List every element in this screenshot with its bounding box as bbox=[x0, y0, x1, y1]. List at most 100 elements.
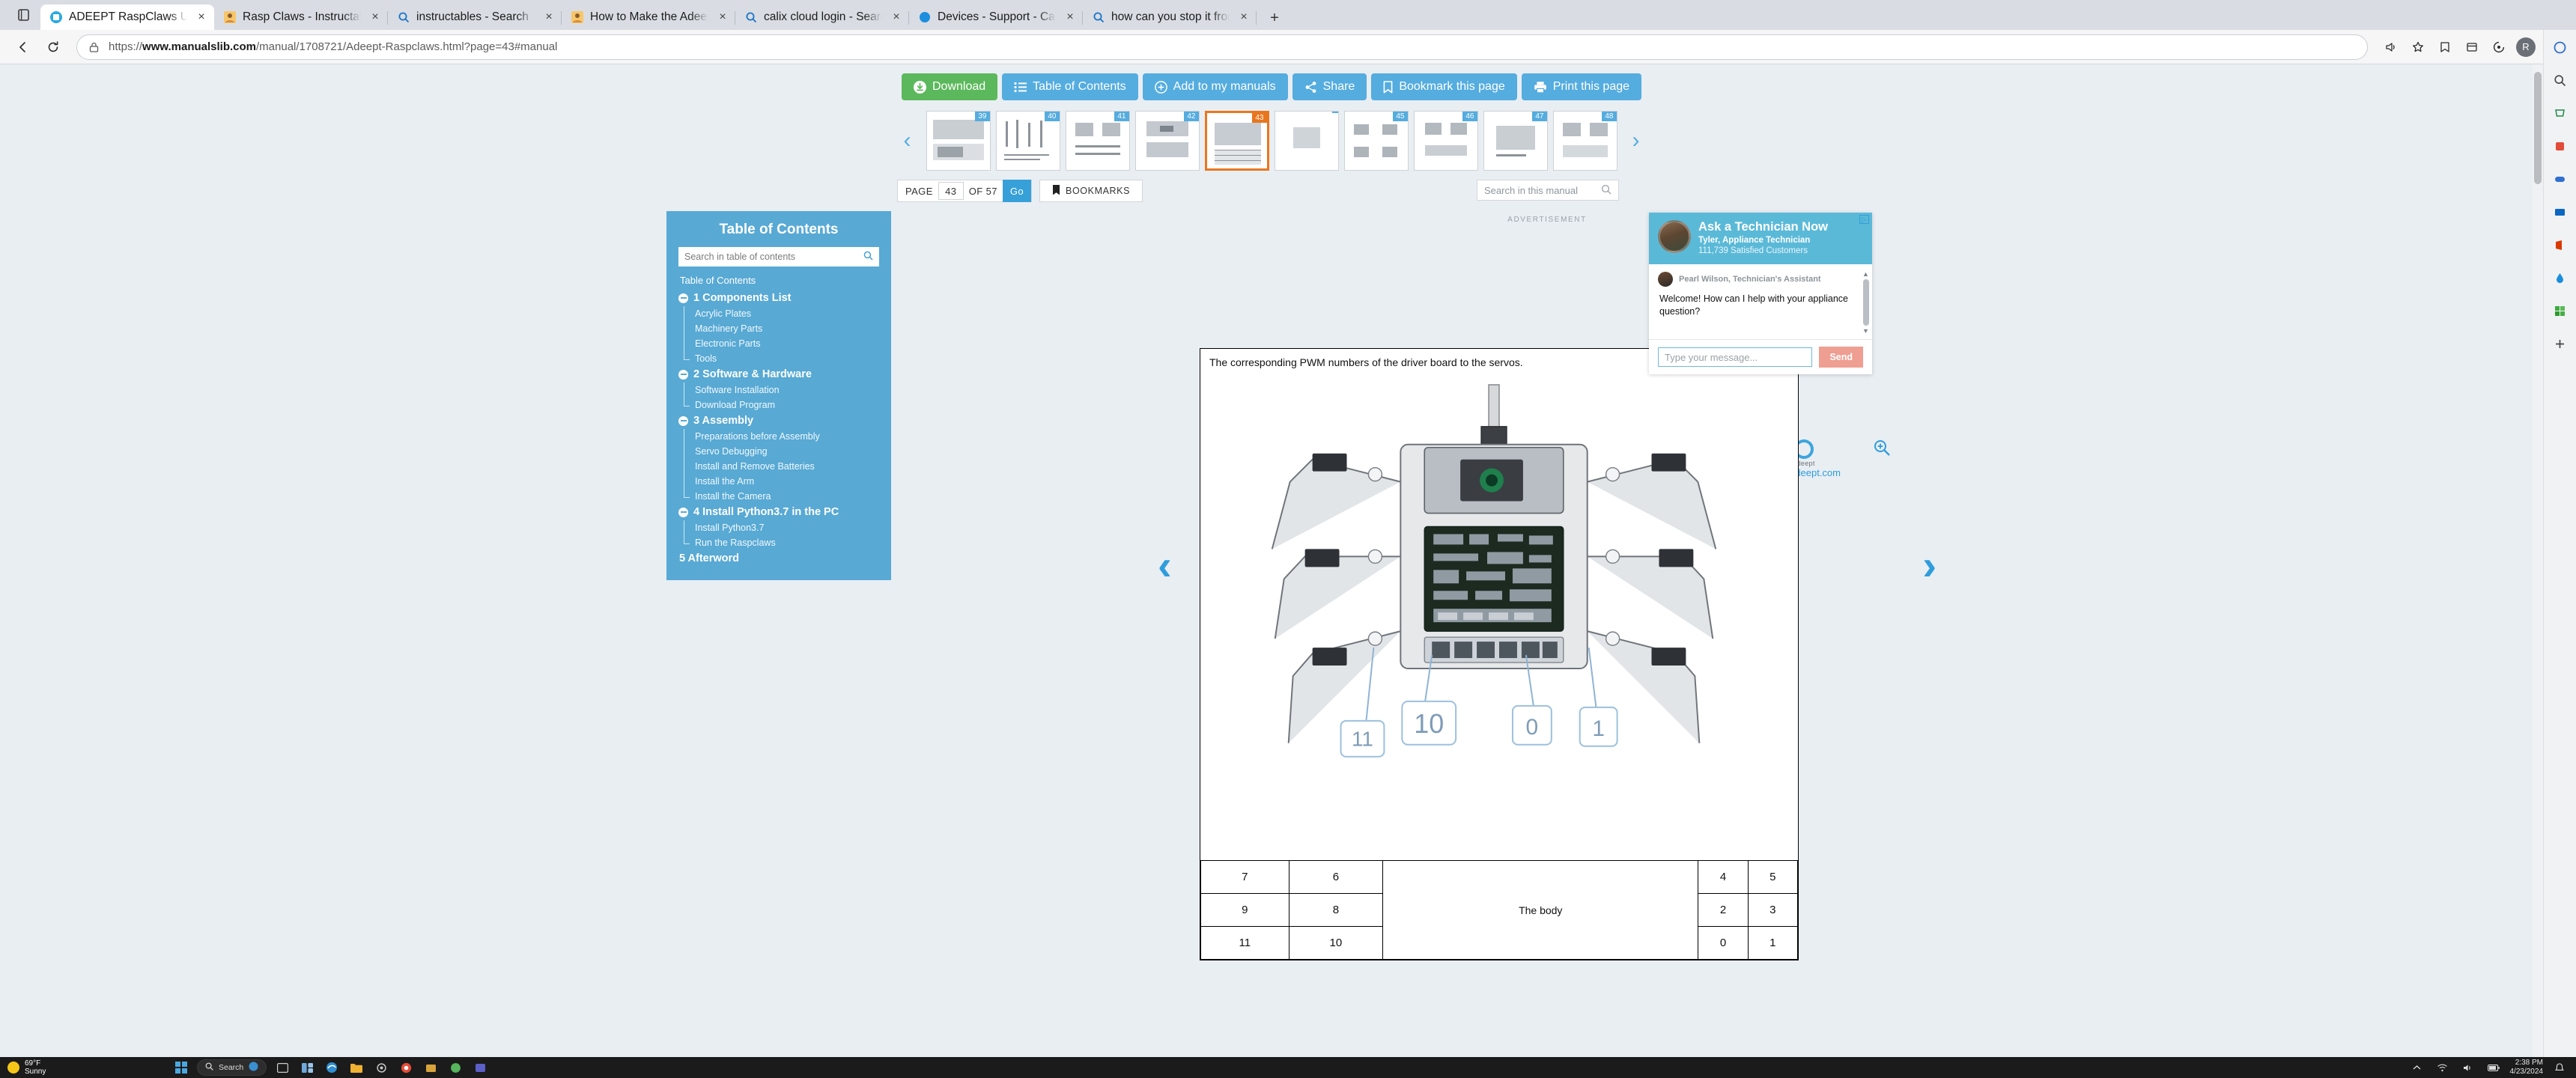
edge-icon[interactable] bbox=[323, 1059, 341, 1077]
toc-item-install-the-camera[interactable]: Install the Camera bbox=[693, 489, 879, 504]
page-thumbnail-6[interactable]: 45 bbox=[1343, 111, 1409, 171]
shopping-icon[interactable] bbox=[2549, 102, 2572, 124]
page-thumbnail-4-current[interactable]: 43 bbox=[1204, 111, 1269, 171]
browser-essentials-icon[interactable] bbox=[2486, 34, 2512, 60]
collapse-icon[interactable] bbox=[678, 507, 688, 517]
zoom-in-icon[interactable] bbox=[1871, 436, 1893, 459]
chrome-icon[interactable] bbox=[397, 1059, 415, 1077]
page-thumbnail-7[interactable]: 46 bbox=[1413, 111, 1478, 171]
toc-item-machinery-parts[interactable]: Machinery Parts bbox=[693, 321, 879, 336]
collapse-icon[interactable] bbox=[678, 369, 688, 380]
teams-icon[interactable] bbox=[471, 1059, 489, 1077]
toc-chapter-1-components-list[interactable]: 1 Components List bbox=[678, 290, 879, 306]
tab-close-icon-5[interactable]: × bbox=[1062, 9, 1078, 25]
page-thumbnail-8[interactable]: 47 bbox=[1483, 111, 1548, 171]
widgets-icon[interactable] bbox=[298, 1059, 316, 1077]
page-thumbnail-0[interactable]: 39 bbox=[926, 111, 991, 171]
tab-close-icon-3[interactable]: × bbox=[714, 9, 731, 25]
toc-item-servo-debugging[interactable]: Servo Debugging bbox=[693, 444, 879, 459]
games-icon[interactable] bbox=[2549, 168, 2572, 190]
browser-tab-2[interactable]: instructables - Search × bbox=[388, 4, 562, 30]
search-icon[interactable] bbox=[2549, 69, 2572, 91]
toc-item-install-and-remove-batteries[interactable]: Install and Remove Batteries bbox=[693, 459, 879, 474]
network-icon[interactable] bbox=[2434, 1059, 2452, 1077]
tab-close-icon-0[interactable]: × bbox=[193, 9, 210, 25]
toc-item-run-the-raspclaws[interactable]: Run the Raspclaws bbox=[693, 535, 879, 550]
table-of-contents-button[interactable]: Table of Contents bbox=[1002, 73, 1138, 100]
notifications-icon[interactable] bbox=[2551, 1059, 2569, 1077]
browser-tab-0[interactable]: ADEEPT RaspClaws User Manual × bbox=[40, 4, 214, 30]
page-thumbnail-1[interactable]: 40 bbox=[995, 111, 1060, 171]
add-to-my-manuals-button[interactable]: Add to my manuals bbox=[1142, 73, 1288, 100]
tab-close-icon-1[interactable]: × bbox=[367, 9, 383, 25]
print-this-page-button[interactable]: Print this page bbox=[1521, 73, 1642, 100]
toc-item-install-python37[interactable]: Install Python3.7 bbox=[693, 520, 879, 535]
collapse-icon[interactable] bbox=[678, 293, 688, 303]
profile-icon[interactable]: R bbox=[2513, 34, 2539, 60]
app-icon[interactable] bbox=[446, 1059, 464, 1077]
address-bar[interactable]: https://www.manualslib.com/manual/170872… bbox=[76, 34, 2368, 60]
prev-page-arrow-icon[interactable]: ‹ bbox=[1158, 544, 1172, 586]
page-thumbnail-5[interactable] bbox=[1274, 111, 1339, 171]
taskbar-clock[interactable]: 2:38 PM 4/23/2024 bbox=[2510, 1059, 2544, 1077]
download-button[interactable]: Download bbox=[901, 73, 998, 100]
browser-tab-6[interactable]: how can you stop it from closing × bbox=[1083, 4, 1257, 30]
browser-tab-1[interactable]: Rasp Claws - Instructables × bbox=[214, 4, 388, 30]
toc-item-acrylic-plates[interactable]: Acrylic Plates bbox=[693, 306, 879, 321]
toc-item-download-program[interactable]: Download Program bbox=[693, 398, 879, 412]
thumbnails-prev-icon[interactable]: ‹ bbox=[894, 130, 921, 152]
toc-search-input[interactable]: Search in table of contents bbox=[678, 247, 879, 267]
chat-scrollbar[interactable]: ▲ ▼ bbox=[1862, 270, 1870, 335]
chat-message-input[interactable]: Type your message... bbox=[1658, 347, 1813, 367]
microsoft-store-icon[interactable] bbox=[2549, 299, 2572, 322]
next-page-arrow-icon[interactable]: › bbox=[1922, 544, 1936, 586]
browser-tab-3[interactable]: How to Make the Adeept Raspcla × bbox=[562, 4, 735, 30]
toc-item-electronic-parts[interactable]: Electronic Parts bbox=[693, 336, 879, 351]
page-thumbnail-3[interactable]: 42 bbox=[1134, 111, 1200, 171]
thumbnails-next-icon[interactable]: › bbox=[1623, 130, 1650, 152]
copilot-icon[interactable] bbox=[2549, 36, 2572, 58]
share-button[interactable]: Share bbox=[1292, 73, 1367, 100]
file-explorer-icon[interactable] bbox=[347, 1059, 365, 1077]
scroll-up-icon[interactable]: ▲ bbox=[1862, 270, 1869, 278]
page-thumbnail-2[interactable]: 41 bbox=[1065, 111, 1130, 171]
show-hidden-icons[interactable] bbox=[2408, 1059, 2426, 1077]
task-view-icon[interactable] bbox=[273, 1059, 291, 1077]
send-button[interactable]: Send bbox=[1819, 347, 1863, 368]
toc-item-install-the-arm[interactable]: Install the Arm bbox=[693, 474, 879, 489]
tools-icon[interactable] bbox=[2549, 135, 2572, 157]
page-scrollbar-track[interactable] bbox=[2533, 64, 2543, 1057]
tab-close-icon-4[interactable]: × bbox=[888, 9, 905, 25]
toc-item-preparations-before-assembly[interactable]: Preparations before Assembly bbox=[693, 429, 879, 444]
toc-root-label[interactable]: Table of Contents bbox=[678, 274, 879, 290]
toc-chapter-5-afterword[interactable]: 5 Afterword bbox=[678, 550, 879, 567]
new-tab-button[interactable]: + bbox=[1263, 6, 1287, 30]
drop-icon[interactable] bbox=[2549, 267, 2572, 289]
add-to-favorites-icon[interactable] bbox=[2405, 34, 2431, 60]
page-thumbnail-9[interactable]: 48 bbox=[1552, 111, 1617, 171]
ad-choices-icon[interactable]: ▷ bbox=[1859, 215, 1869, 224]
settings-icon[interactable] bbox=[372, 1059, 390, 1077]
go-button[interactable]: Go bbox=[1002, 180, 1032, 202]
taskbar-search[interactable]: Search bbox=[197, 1059, 267, 1076]
windows-start-icon[interactable] bbox=[172, 1059, 190, 1077]
browser-tab-4[interactable]: calix cloud login - Search × bbox=[735, 4, 909, 30]
scroll-down-icon[interactable]: ▼ bbox=[1862, 327, 1869, 335]
back-arrow-icon[interactable] bbox=[10, 34, 36, 60]
page-number-input[interactable]: 43 bbox=[938, 182, 964, 200]
toc-chapter-2-software-hardware[interactable]: 2 Software & Hardware bbox=[678, 366, 879, 383]
chat-scrollbar-thumb[interactable] bbox=[1862, 279, 1869, 326]
read-aloud-icon[interactable] bbox=[2378, 34, 2404, 60]
collapse-icon[interactable] bbox=[678, 415, 688, 426]
toc-item-software-installation[interactable]: Software Installation bbox=[693, 383, 879, 398]
page-scrollbar-thumb[interactable] bbox=[2534, 72, 2542, 184]
outlook-icon[interactable] bbox=[2549, 201, 2572, 223]
toc-chapter-3-assembly[interactable]: 3 Assembly bbox=[678, 412, 879, 429]
bookmark-this-page-button[interactable]: Bookmark this page bbox=[1371, 73, 1517, 100]
tab-actions-icon[interactable] bbox=[6, 0, 40, 30]
tab-close-icon-6[interactable]: × bbox=[1236, 9, 1252, 25]
battery-icon[interactable] bbox=[2485, 1059, 2503, 1077]
toc-item-tools[interactable]: Tools bbox=[693, 351, 879, 366]
store-icon[interactable] bbox=[422, 1059, 440, 1077]
manual-search-input[interactable]: Search in this manual bbox=[1477, 180, 1619, 201]
